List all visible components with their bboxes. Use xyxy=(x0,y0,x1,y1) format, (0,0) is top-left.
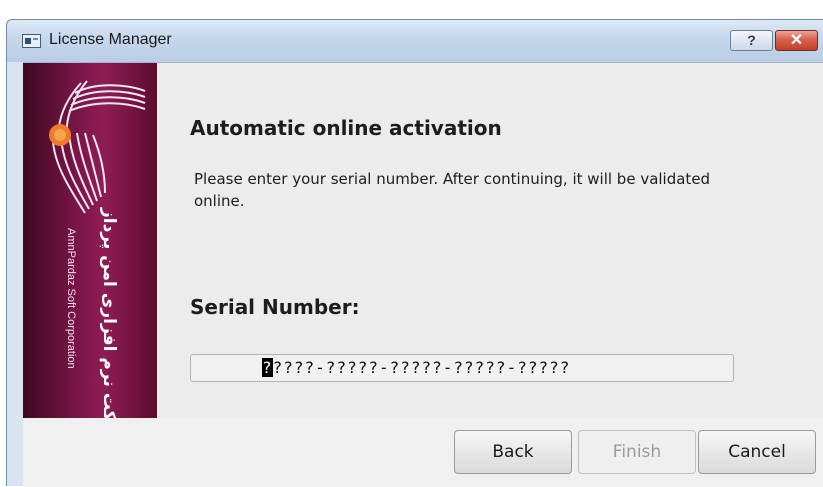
help-button[interactable]: ? xyxy=(730,30,773,51)
serial-number-input[interactable]: ?????-?????-?????-?????-????? xyxy=(190,354,734,382)
company-name-english: AmnPardaz Soft Corporation xyxy=(65,228,77,369)
cancel-button[interactable]: Cancel xyxy=(698,430,816,474)
serial-input-mask: ????-?????-?????-?????-????? xyxy=(272,358,571,377)
title-bar[interactable]: License Manager ? ✕ xyxy=(7,20,823,62)
text-cursor: ? xyxy=(262,358,273,377)
page-heading: Automatic online activation xyxy=(190,116,502,140)
page-description: Please enter your serial number. After c… xyxy=(194,170,711,210)
company-name-persian: شرکت نرم افزاری امن پرداز xyxy=(99,208,119,419)
finish-button[interactable]: Finish xyxy=(578,430,696,474)
window-title: License Manager xyxy=(49,31,172,48)
close-button[interactable]: ✕ xyxy=(775,30,818,51)
button-bar: Back Finish Cancel xyxy=(23,418,823,487)
main-area: Automatic online activation Please enter… xyxy=(157,63,823,419)
serial-number-label: Serial Number: xyxy=(190,295,360,319)
company-logo xyxy=(49,80,146,214)
back-button[interactable]: Back xyxy=(454,430,572,474)
wizard-content: شرکت نرم افزاری امن پرداز AmnPardaz Soft… xyxy=(23,62,823,419)
app-window-icon xyxy=(22,34,41,48)
license-manager-window: License Manager ? ✕ شرکت نرم افزاری امن … xyxy=(6,19,823,487)
brand-side-panel: شرکت نرم افزاری امن پرداز AmnPardaz Soft… xyxy=(23,63,157,419)
